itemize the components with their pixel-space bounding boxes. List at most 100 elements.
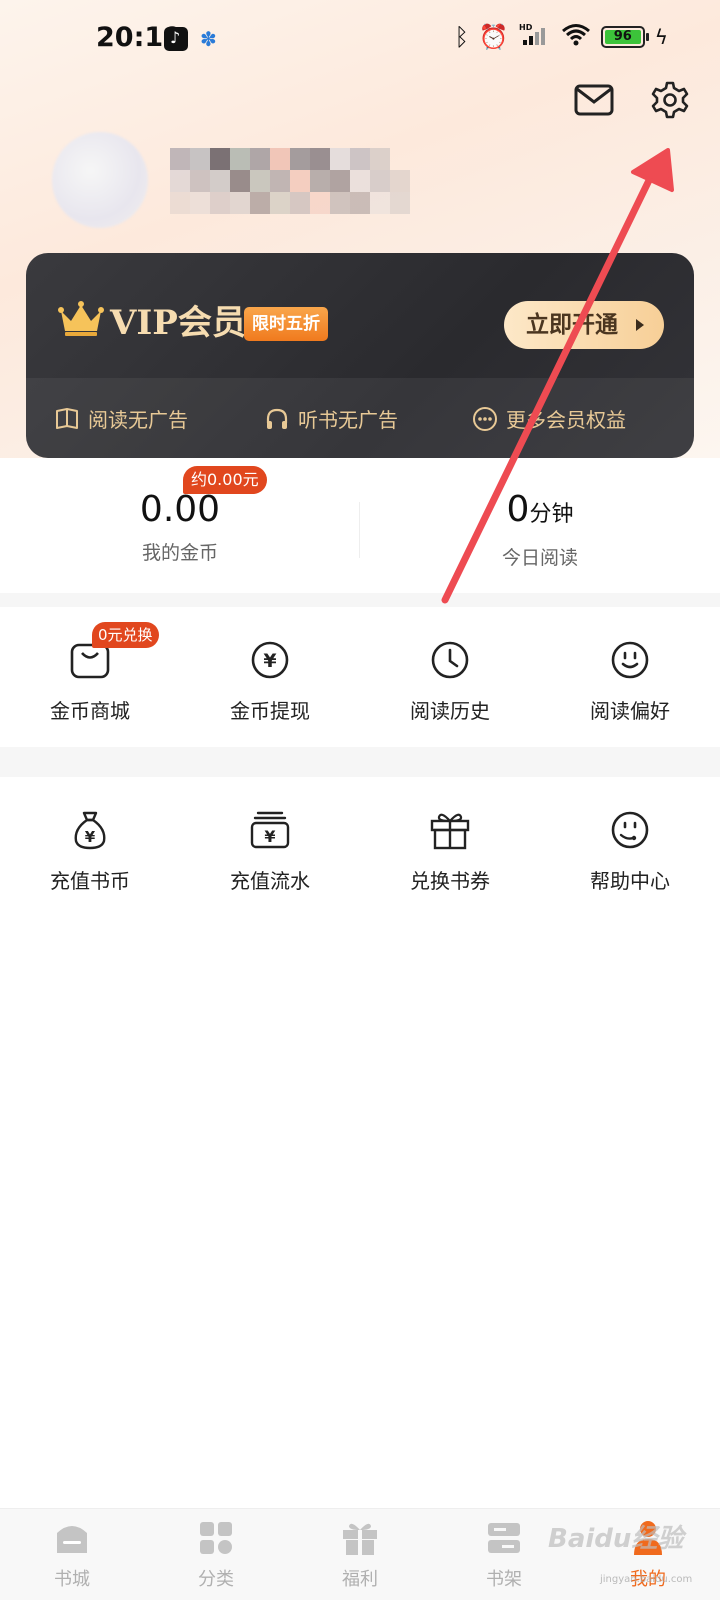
nav-welfare[interactable]: 福利 — [288, 1519, 432, 1599]
bookshelf-icon — [488, 1523, 520, 1553]
mosaic-cell — [290, 192, 310, 214]
store-icon — [57, 1526, 87, 1553]
yuan-coin-icon: ¥ — [251, 641, 289, 679]
mosaic-cell — [170, 148, 190, 170]
open-vip-button[interactable]: 立即开通 — [504, 301, 664, 349]
status-icons: ᛒ ⏰ HD 96 ϟ — [455, 22, 669, 52]
mosaic-cell — [310, 192, 330, 214]
battery-level: 96 — [604, 30, 641, 44]
mosaic-cell — [290, 170, 310, 192]
mosaic-cell — [310, 148, 330, 170]
mosaic-cell — [170, 170, 190, 192]
nav-category[interactable]: 分类 — [144, 1519, 288, 1599]
yuan-stack-icon: ¥ — [250, 811, 290, 849]
gift-icon — [343, 1523, 377, 1555]
benefit-no-ads-audio[interactable]: 听书无广告 — [264, 404, 398, 433]
mosaic-cell — [350, 170, 370, 192]
coin-withdraw-item[interactable]: ¥ 金币提现 — [180, 607, 360, 747]
category-icon — [200, 1522, 232, 1554]
hd-signal-icon: HD — [519, 22, 551, 52]
mosaic-cell — [210, 170, 230, 192]
coin-label: 我的金币 — [141, 542, 218, 564]
section-gap — [0, 747, 720, 777]
feature-grid-2: ¥ 充值书币 ¥ 充值流水 兑换书券 帮助中心 — [0, 777, 720, 917]
recharge-records-item[interactable]: ¥ 充值流水 — [180, 777, 360, 917]
svg-text:¥: ¥ — [85, 828, 96, 846]
crown-icon — [58, 301, 104, 336]
paw-icon: ✽ — [200, 27, 217, 51]
clock-icon — [431, 641, 469, 679]
status-bar: 20:19 ✽ ᛒ ⏰ HD 96 ϟ — [0, 0, 720, 80]
open-vip-label: 立即开通 — [526, 312, 618, 338]
mosaic-cell — [350, 148, 370, 170]
mail-icon — [574, 84, 614, 116]
today-reading-stat[interactable]: 0分钟 今日阅读 — [360, 488, 720, 570]
wifi-icon — [561, 22, 591, 52]
mosaic-cell — [230, 192, 250, 214]
stats-panel: 0.00 我的金币 0分钟 今日阅读 — [0, 458, 720, 593]
smiley-icon — [611, 641, 649, 679]
svg-text:HD: HD — [519, 23, 533, 32]
watermark-url: jingyan.baidu.com — [600, 1574, 693, 1585]
settings-button[interactable] — [648, 80, 692, 120]
mosaic-cell — [390, 192, 410, 214]
mosaic-cell — [170, 192, 190, 214]
help-center-item[interactable]: 帮助中心 — [540, 777, 720, 917]
blurred-username — [170, 148, 410, 214]
mosaic-cell — [190, 170, 210, 192]
mosaic-cell — [270, 148, 290, 170]
headphones-icon — [266, 408, 288, 429]
more-icon — [473, 406, 497, 431]
bluetooth-icon: ᛒ — [454, 23, 469, 51]
mosaic-cell — [370, 148, 390, 170]
mosaic-cell — [250, 192, 270, 214]
benefit-more[interactable]: 更多会员权益 — [472, 404, 626, 433]
mosaic-cell — [210, 192, 230, 214]
avatar[interactable] — [52, 132, 148, 228]
reading-value: 0 — [506, 489, 530, 530]
free-exchange-tag: 0元兑换 — [92, 622, 159, 648]
svg-text:¥: ¥ — [264, 827, 275, 846]
mosaic-cell — [390, 170, 410, 192]
nav-label: 福利 — [342, 1569, 378, 1590]
mosaic-cell — [270, 192, 290, 214]
book-icon — [56, 407, 78, 429]
benefit-label: 阅读无广告 — [88, 408, 188, 432]
vip-header: VIP会员 限时五折 立即开通 — [26, 253, 694, 378]
benefit-label: 听书无广告 — [298, 408, 398, 432]
reading-history-item[interactable]: 阅读历史 — [360, 607, 540, 747]
money-bag-icon: ¥ — [74, 811, 106, 850]
mosaic-cell — [370, 170, 390, 192]
mosaic-cell — [370, 192, 390, 214]
mosaic-cell — [190, 192, 210, 214]
my-coins-stat[interactable]: 0.00 我的金币 — [0, 488, 360, 565]
reading-unit: 分钟 — [529, 502, 574, 527]
tiktok-icon — [164, 27, 188, 51]
nav-label: 分类 — [198, 1569, 234, 1590]
grid-label: 阅读偏好 — [590, 699, 670, 723]
watermark: Baidu经验 — [548, 1524, 684, 1554]
benefit-no-ads-reading[interactable]: 阅读无广告 — [54, 404, 188, 433]
mosaic-cell — [270, 170, 290, 192]
gear-icon — [651, 81, 689, 119]
vip-card[interactable]: VIP会员 限时五折 立即开通 阅读无广告 听书无广告 更多会员权益 — [26, 253, 694, 458]
nav-bookstore[interactable]: 书城 — [0, 1519, 144, 1599]
reading-preference-item[interactable]: 阅读偏好 — [540, 607, 720, 747]
mail-button[interactable] — [572, 80, 616, 120]
mosaic-cell — [210, 148, 230, 170]
benefit-label: 更多会员权益 — [506, 408, 626, 432]
coin-value: 0.00 — [139, 489, 221, 530]
grid-label: 金币商城 — [50, 699, 130, 723]
mosaic-cell — [350, 192, 370, 214]
mosaic-cell — [290, 148, 310, 170]
vip-benefits: 阅读无广告 听书无广告 更多会员权益 — [26, 378, 694, 458]
discount-badge: 限时五折 — [244, 307, 328, 341]
section-gap — [0, 593, 720, 607]
grid-label: 充值流水 — [230, 869, 310, 893]
grid-label: 帮助中心 — [590, 869, 670, 893]
svg-text:¥: ¥ — [263, 650, 276, 672]
mosaic-cell — [330, 192, 350, 214]
recharge-coins-item[interactable]: ¥ 充值书币 — [0, 777, 180, 917]
redeem-voucher-item[interactable]: 兑换书券 — [360, 777, 540, 917]
gift-icon — [430, 813, 470, 850]
